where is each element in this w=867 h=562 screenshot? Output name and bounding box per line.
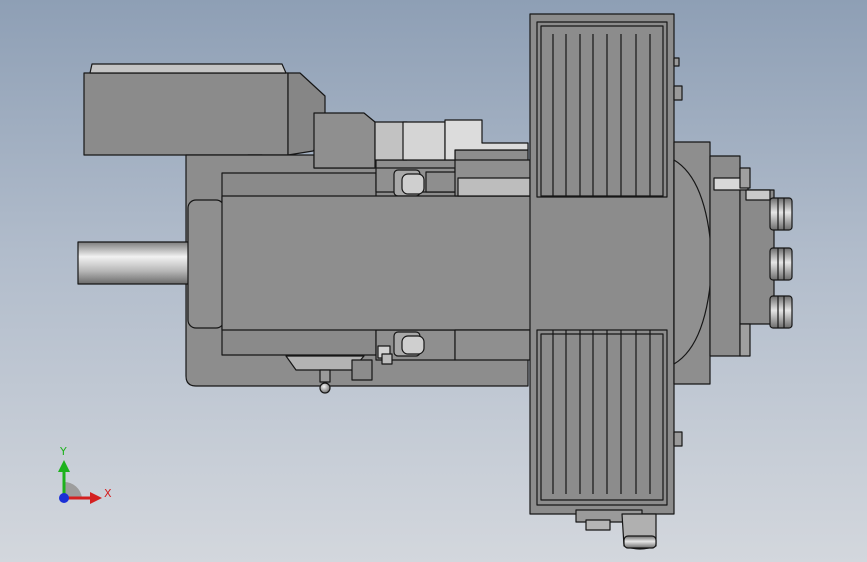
drain-plug bbox=[319, 382, 331, 394]
x-axis-label: X bbox=[104, 487, 112, 500]
y-axis-label: Y bbox=[59, 445, 67, 458]
valve-block bbox=[673, 141, 775, 385]
cad-viewport[interactable]: Y X bbox=[0, 0, 867, 562]
coordinate-triad: Y X bbox=[58, 445, 112, 504]
hydraulic-ports bbox=[769, 197, 793, 329]
y-axis-arrow bbox=[58, 460, 70, 472]
shaft-seal-cover bbox=[187, 199, 225, 329]
flange-heatsink bbox=[529, 13, 675, 515]
model-drawing: Y X bbox=[58, 13, 793, 550]
x-axis-arrow bbox=[90, 492, 102, 504]
junction-box bbox=[83, 72, 289, 156]
z-axis-dot bbox=[59, 493, 69, 503]
input-shaft bbox=[77, 241, 191, 285]
junction-box-lid bbox=[89, 63, 287, 74]
